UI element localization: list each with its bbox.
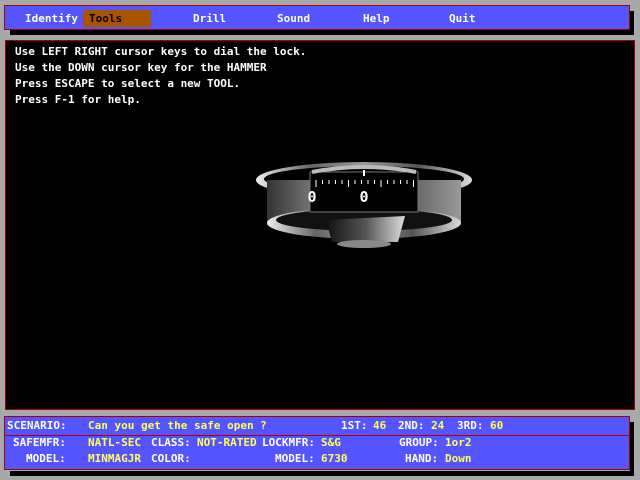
class-value: NOT-RATED — [197, 436, 257, 449]
color-label: COLOR: — [151, 452, 191, 465]
group-label: GROUP: — [399, 436, 439, 449]
combination-dial[interactable]: 0 0 — [250, 150, 480, 260]
menu-quit[interactable]: Quit — [443, 10, 503, 27]
instruction-line: Use the DOWN cursor key for the HAMMER — [15, 61, 267, 74]
first-label: 1ST: — [341, 419, 368, 432]
status-shadow — [630, 422, 634, 476]
menu-tools[interactable]: Tools — [83, 10, 151, 27]
model-label: MODEL: — [26, 452, 66, 465]
lock-model-label: MODEL: — [275, 452, 315, 465]
first-number: 46 — [373, 419, 387, 432]
lockmfr-label: LOCKMFR: — [262, 436, 315, 449]
third-number: 60 — [490, 419, 504, 432]
class-label: CLASS: — [151, 436, 191, 449]
instruction-line: Use LEFT RIGHT cursor keys to dial the l… — [15, 45, 307, 58]
instruction-line: Press F-1 for help. — [15, 93, 141, 106]
second-number: 24 — [431, 419, 445, 432]
safemfr-value: NATL-SEC — [88, 436, 141, 449]
dial-number: 0 — [359, 188, 368, 206]
scenario-text: Can you get the safe open ? — [88, 419, 267, 432]
group-value: 1or2 — [445, 436, 472, 449]
dial-spindle-base — [337, 240, 391, 248]
menu-shadow — [630, 11, 634, 35]
hand-value: Down — [445, 452, 472, 465]
model-value: MINMAGJR — [88, 452, 141, 465]
lock-model-value: 6730 — [321, 452, 348, 465]
status-panel: SCENARIO: Can you get the safe open ? 1S… — [4, 416, 630, 470]
dial-number: 0 — [307, 188, 316, 206]
lockmfr-value: S&G — [321, 436, 341, 449]
dial-spindle — [326, 216, 405, 242]
menu-sound[interactable]: Sound — [271, 10, 331, 27]
hand-label: HAND: — [405, 452, 439, 465]
safemfr-label: SAFEMFR: — [13, 436, 66, 449]
menu-drill[interactable]: Drill — [187, 10, 247, 27]
scenario-row: SCENARIO: Can you get the safe open ? 1S… — [5, 417, 629, 436]
menu-bar: Identify Tools Drill Sound Help Quit — [4, 5, 630, 30]
menu-help[interactable]: Help — [357, 10, 417, 27]
second-label: 2ND: — [398, 419, 425, 432]
scenario-label: SCENARIO: — [7, 419, 67, 432]
status-shadow — [10, 471, 634, 476]
menu-shadow — [10, 30, 634, 35]
instruction-line: Press ESCAPE to select a new TOOL. — [15, 77, 241, 90]
third-label: 3RD: — [457, 419, 484, 432]
